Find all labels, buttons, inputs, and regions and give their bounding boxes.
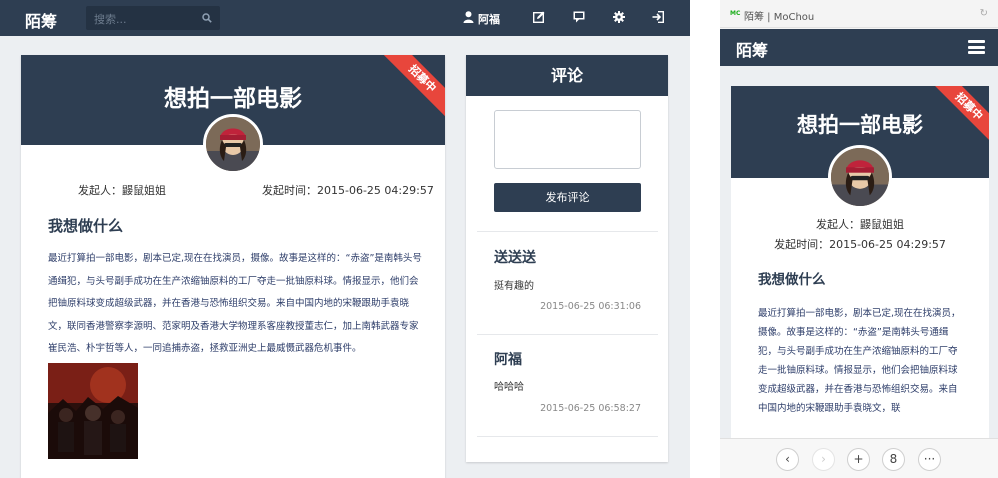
search-placeholder: 搜索...: [94, 13, 127, 26]
project-description: 最近打算拍一部电影，剧本已定,现在在找演员，摄像。故事是这样的：“赤盗”是南韩头…: [48, 253, 422, 354]
mobile-view: MC 陌筹 | MoChou ↻ 陌筹 想拍一部电影 招募中 发起人：鼹鼠姐姐 …: [720, 0, 998, 478]
post-comment-button[interactable]: 发布评论: [494, 183, 641, 212]
more-menu-button[interactable]: ···: [918, 448, 941, 471]
comment-text: 哈哈哈: [494, 382, 524, 393]
user-icon[interactable]: [463, 11, 474, 23]
divider: [477, 334, 658, 335]
reload-icon[interactable]: ↻: [980, 8, 988, 19]
mobile-recruiting-ribbon: 招募中: [929, 86, 989, 146]
forward-button[interactable]: ›: [812, 448, 835, 471]
browser-title-bar: MC 陌筹 | MoChou ↻: [720, 0, 998, 28]
mobile-initiator-text: 发起人：鼹鼠姐姐: [816, 218, 904, 231]
tab-count-button[interactable]: 8: [882, 448, 905, 471]
avatar[interactable]: [203, 114, 263, 174]
edit-icon[interactable]: [533, 11, 545, 23]
browser-toolbar: ‹ › + 8 ···: [720, 438, 998, 478]
mobile-project-description: 最近打算拍一部电影，剧本已定,现在在找演员，摄像。故事是这样的：“赤盗”是南韩头…: [758, 308, 961, 414]
mobile-project-card: 想拍一部电影 招募中 发起人：鼹鼠姐姐 发起时间：2015-06-25 04:2…: [731, 86, 989, 438]
hamburger-menu-icon[interactable]: [968, 40, 985, 54]
project-card: 想拍一部电影 招募中 发起人：鼹鼠姐姐 发起时间：2015-06-25 04:2…: [21, 55, 445, 478]
comment-author[interactable]: 阿福: [494, 349, 522, 369]
comment-text: 挺有趣的: [494, 281, 534, 292]
recruiting-ribbon: 招募中: [377, 55, 445, 123]
favicon-icon: MC: [730, 10, 741, 17]
message-icon[interactable]: [573, 11, 585, 23]
comments-header: 评论: [466, 55, 668, 96]
mobile-navbar: 陌筹: [720, 29, 998, 66]
user-name-link[interactable]: 阿福: [478, 11, 500, 27]
brand-logo[interactable]: 陌筹: [25, 8, 57, 32]
comments-panel: 评论 发布评论 送送送 挺有趣的 2015-06-25 06:31:06 阿福 …: [466, 55, 668, 462]
browser-page-title: 陌筹 | MoChou: [744, 12, 815, 23]
ribbon-label: 招募中: [383, 55, 445, 118]
mobile-section-title: 我想做什么: [758, 272, 826, 288]
comment-time: 2015-06-25 06:31:06: [540, 301, 641, 312]
initiator-text: 发起人：鼹鼠姐姐: [78, 184, 166, 197]
back-button[interactable]: ‹: [776, 448, 799, 471]
desktop-view: 陌筹 搜索... 阿福 想拍一部电影 招募中 发起人：鼹鼠姐姐 发起时间：201…: [0, 0, 690, 478]
mobile-launch-time-text: 发起时间：2015-06-25 04:29:57: [774, 238, 946, 251]
mobile-brand-logo[interactable]: 陌筹: [736, 37, 768, 61]
launch-time-text: 发起时间：2015-06-25 04:29:57: [262, 184, 434, 197]
comment-author[interactable]: 送送送: [494, 247, 536, 267]
mobile-avatar[interactable]: [828, 145, 892, 209]
logout-icon[interactable]: [652, 11, 664, 23]
search-icon[interactable]: [202, 13, 212, 23]
gutter: [690, 0, 720, 478]
mobile-content[interactable]: 想拍一部电影 招募中 发起人：鼹鼠姐姐 发起时间：2015-06-25 04:2…: [720, 66, 998, 438]
new-tab-button[interactable]: +: [847, 448, 870, 471]
gear-icon[interactable]: [613, 11, 625, 23]
search-input[interactable]: 搜索...: [86, 6, 220, 30]
mobile-ribbon-label: 招募中: [932, 86, 989, 143]
comment-time: 2015-06-25 06:58:27: [540, 403, 641, 414]
divider: [477, 231, 658, 232]
top-navbar: 陌筹 搜索... 阿福: [0, 0, 690, 36]
divider: [477, 436, 658, 437]
movie-poster-image[interactable]: [48, 363, 138, 459]
section-title: 我想做什么: [48, 217, 124, 235]
comment-input[interactable]: [494, 110, 641, 169]
